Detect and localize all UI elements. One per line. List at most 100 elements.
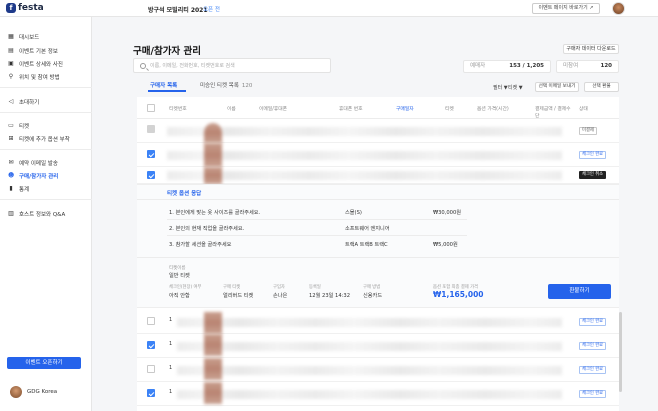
tab-buyer-list[interactable]: 구매자 목록: [150, 81, 177, 89]
org-name: GDG Korea: [27, 389, 58, 395]
col-ticket[interactable]: 티켓: [445, 105, 454, 112]
row-checkbox[interactable]: [147, 150, 155, 158]
user-avatar[interactable]: [612, 2, 625, 15]
row-checkbox[interactable]: [147, 365, 155, 373]
sidebar-item-dashboard[interactable]: ▦ 대시보드: [8, 33, 39, 42]
chart-icon: ▮: [9, 185, 13, 192]
select-all-checkbox[interactable]: [147, 104, 155, 112]
row-checkbox[interactable]: [147, 389, 155, 397]
sidebar-item-ticket-options[interactable]: ⊞ 티켓에 추가 옵션 부착: [8, 135, 69, 144]
option-answer: 트랙A 트랙B 트랙C: [345, 242, 388, 248]
table-row[interactable]: 1 체크인 완료: [137, 310, 619, 334]
people-icon: ☻: [8, 172, 15, 179]
stat-absent: 미참여 120: [556, 60, 619, 73]
logo-text: festa: [18, 3, 44, 13]
festa-logo[interactable]: f festa: [6, 3, 44, 13]
sidebar-item-ticket[interactable]: ▭ 티켓: [8, 122, 29, 131]
search-input[interactable]: [150, 60, 328, 72]
row-checkbox[interactable]: [147, 341, 155, 349]
col-name[interactable]: 이름: [227, 105, 236, 112]
table-row[interactable]: 체크인 완료: [137, 143, 619, 167]
summary-value: 아직 안함: [169, 293, 190, 299]
ticket-name-value: 일반 티켓: [169, 273, 190, 279]
summary-value: 12월 23일 14:32: [309, 293, 350, 299]
table-row[interactable]: 1 체크인 완료: [137, 334, 619, 358]
table-row[interactable]: 체크인 취소: [137, 167, 619, 184]
sidebar-item-detail-photo[interactable]: ▣ 이벤트 상세와 사진: [8, 60, 63, 69]
summary-value: 신용카드: [363, 293, 383, 299]
active-tab-indicator: [148, 90, 186, 92]
sidebar-divider: [0, 87, 92, 88]
detail-divider: [137, 257, 619, 258]
col-payment[interactable]: 결제금액 / 결제수단: [535, 105, 573, 119]
ticket-name-label: 티켓이름: [169, 266, 186, 271]
row-checkbox[interactable]: [147, 171, 155, 179]
tab-unapproved-tickets[interactable]: 미승인 티켓 목록 120: [200, 81, 252, 89]
mail-icon: ✉: [8, 159, 14, 166]
col-status[interactable]: 상태: [579, 105, 588, 112]
redacted-avatar: [204, 123, 222, 143]
row-checkbox[interactable]: [147, 125, 155, 133]
col-ticket-number[interactable]: 티켓번호: [169, 105, 187, 112]
send-email-selected-button[interactable]: 선택 이메일 보내기: [535, 82, 579, 92]
sidebar-divider: [0, 112, 92, 113]
summary-label: 구매 티켓: [223, 285, 241, 290]
refund-button[interactable]: 환불하기: [548, 284, 611, 299]
redacted-content: [167, 151, 562, 160]
event-title: 방구석 모빌리티 2021: [148, 7, 208, 14]
table-row[interactable]: 1 체크인 완료: [137, 358, 619, 382]
col-phone[interactable]: 휴대폰 번호: [339, 105, 363, 112]
table-header: 티켓번호 이름 이메일/휴대폰 휴대폰 번호 구매일자 티켓 옵션 가격(시간)…: [137, 97, 619, 119]
event-page-link-button[interactable]: 이벤트 페이지 바로가기 ↗: [532, 3, 600, 14]
detail-divider: [137, 199, 619, 200]
sidebar-item-host-qa[interactable]: ▥ 호스트 정보와 Q&A: [8, 210, 65, 219]
option-answer: 스몰(S): [345, 210, 362, 216]
sidebar-item-stats[interactable]: ▮ 통계: [8, 185, 29, 194]
plus-box-icon: ⊞: [8, 135, 14, 142]
redacted-content: [177, 366, 562, 375]
option-price: ₩30,000원: [433, 210, 462, 216]
col-option-price[interactable]: 옵션 가격(시간): [477, 105, 509, 112]
detail-divider: [167, 219, 467, 220]
table-row[interactable]: 미결제: [137, 119, 619, 143]
filter-dropdown[interactable]: 필터 ▼: [493, 84, 508, 91]
col-purchase-date[interactable]: 구매일자: [396, 105, 414, 112]
summary-value: 손나은: [273, 293, 288, 299]
row-checkbox[interactable]: [147, 317, 155, 325]
redacted-avatar: [204, 334, 222, 356]
redacted-content: [177, 318, 562, 327]
summary-label: 체크인(현장) 여부: [169, 285, 202, 290]
refund-selected-button[interactable]: 선택 환불: [584, 82, 619, 92]
ticket-filter-dropdown[interactable]: 티켓 ▼: [508, 84, 523, 91]
table-scrollbar[interactable]: [619, 312, 622, 392]
open-event-button[interactable]: 이벤트 오픈하기: [7, 357, 81, 369]
image-icon: ▣: [8, 60, 14, 67]
document-icon: ▤: [8, 47, 14, 54]
option-question: 1. 본인에게 맞는 옷 사이즈를 골라주세요.: [169, 210, 261, 216]
sidebar-item-invite[interactable]: ◁ 초대하기: [8, 98, 40, 107]
megaphone-icon: ◁: [8, 98, 14, 105]
stat-bookers: 예매자 153 / 1,205: [463, 60, 551, 73]
option-question: 3. 참가할 세션을 골라주세요: [169, 242, 232, 248]
sidebar-item-email[interactable]: ✉ 예약 이메일 발송: [8, 159, 57, 168]
sidebar-item-basic-info[interactable]: ▤ 이벤트 기본 정보: [8, 47, 58, 56]
status-badge: 체크인 취소: [579, 171, 607, 179]
redacted-content: [167, 127, 562, 136]
festa-logo-icon: f: [6, 3, 16, 13]
page-title: 구매/참가자 관리: [133, 46, 201, 57]
table-row[interactable]: 1 체크인 완료: [137, 382, 619, 406]
redacted-avatar: [204, 358, 222, 380]
org-avatar: [10, 386, 22, 398]
redacted-content: [177, 390, 562, 399]
status-badge: 체크인 완료: [579, 366, 607, 374]
pin-icon: ⚲: [8, 73, 14, 80]
col-email[interactable]: 이메일/휴대폰: [259, 105, 287, 112]
redacted-avatar: [204, 312, 222, 334]
status-badge: 체크인 완료: [579, 318, 607, 326]
download-data-button[interactable]: 구매자 데이터 다운로드: [563, 44, 619, 54]
ticket-icon: ▭: [8, 122, 14, 129]
sidebar-divider: [0, 149, 92, 150]
organization-switcher[interactable]: GDG Korea: [10, 386, 57, 398]
sidebar-item-location[interactable]: ⚲ 위치 및 참여 방법: [8, 73, 60, 82]
sidebar-item-attendees[interactable]: ☻ 구매/참가자 관리: [8, 172, 58, 181]
